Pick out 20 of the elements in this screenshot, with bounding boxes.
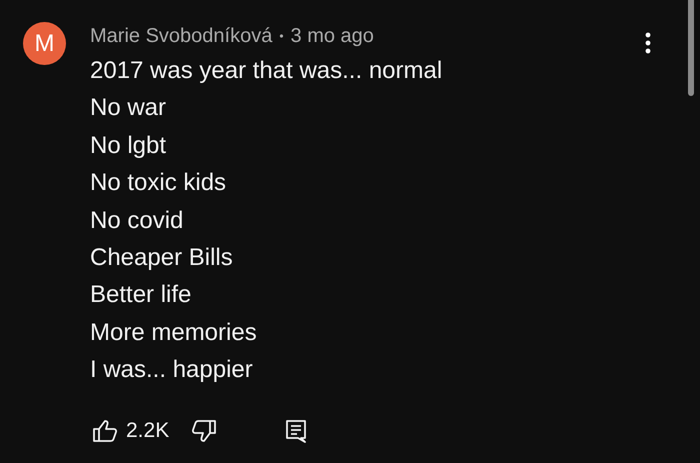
- author-name[interactable]: Marie Svobodníková: [90, 24, 272, 48]
- comment-line: No covid: [90, 206, 184, 236]
- separator: •: [279, 29, 284, 43]
- comment-icon: [285, 418, 308, 443]
- comment-time[interactable]: 3 mo ago: [290, 24, 374, 48]
- comment-line: No lgbt: [90, 130, 168, 161]
- comment-line: More memories: [90, 318, 258, 348]
- comment-line: I was... happier: [90, 355, 254, 386]
- comment-line: No toxic kids: [90, 168, 228, 198]
- thumbs-up-icon: [92, 418, 118, 443]
- dislike-button[interactable]: [191, 418, 218, 443]
- thumbs-down-icon: [191, 418, 218, 443]
- like-button[interactable]: 2.2K: [92, 418, 170, 443]
- scrollbar[interactable]: [688, 0, 694, 96]
- comment-line: Cheaper Bills: [90, 243, 234, 274]
- comment-line: 2017 was year that was... normal: [90, 56, 444, 86]
- comment-line: Better life: [90, 280, 192, 310]
- comment-line: No war: [90, 93, 168, 124]
- more-icon[interactable]: [644, 32, 652, 54]
- reply-button[interactable]: [285, 418, 308, 443]
